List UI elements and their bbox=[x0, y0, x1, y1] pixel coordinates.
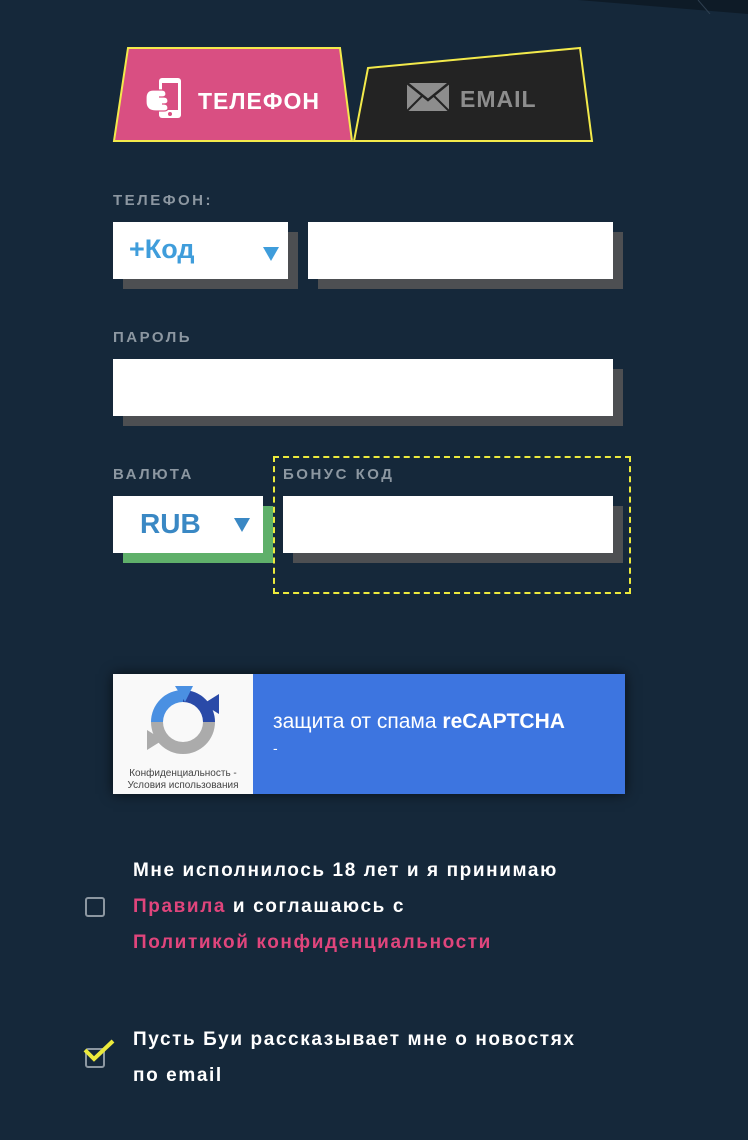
currency-select-box[interactable]: RUB bbox=[113, 496, 263, 553]
captcha-title: защита от спама reCAPTCHA bbox=[273, 710, 565, 734]
terms-line-2: Правила и соглашаюсь с bbox=[133, 889, 693, 925]
phone-label: ТЕЛЕФОН: bbox=[113, 192, 213, 209]
captcha-terms-link[interactable]: Условия использования bbox=[113, 780, 253, 791]
password-input[interactable] bbox=[113, 359, 613, 416]
terms-line-1: Мне исполнилось 18 лет и я принимаю bbox=[133, 860, 558, 881]
newsletter-consent-text: Пусть Буи рассказывает мне о новостях по… bbox=[133, 1022, 693, 1094]
captcha-brand: reCAPTCHA bbox=[442, 710, 565, 733]
captcha-privacy-link[interactable]: Конфиденциальность - bbox=[113, 768, 253, 779]
terms-checkbox[interactable] bbox=[85, 897, 105, 917]
terms-line-3: Политикой конфиденциальности bbox=[133, 925, 693, 961]
code-select-box[interactable]: +Код bbox=[113, 222, 288, 279]
newsletter-line-2: по email bbox=[133, 1065, 223, 1086]
envelope-icon bbox=[406, 82, 450, 117]
tab-email-label: EMAIL bbox=[460, 86, 537, 112]
terms-middle-text: и соглашаюсь с bbox=[226, 896, 405, 917]
bonus-code-input[interactable] bbox=[283, 496, 613, 553]
country-code-value: +Код bbox=[129, 234, 195, 264]
terms-consent-text: Мне исполнилось 18 лет и я принимаю Прав… bbox=[133, 853, 693, 961]
bonus-code-label: БОНУС КОД bbox=[283, 466, 395, 483]
recaptcha-logo-panel: Конфиденциальность - Условия использован… bbox=[113, 674, 253, 794]
privacy-policy-link[interactable]: Политикой конфиденциальности bbox=[133, 932, 492, 953]
password-label: ПАРОЛЬ bbox=[113, 329, 193, 346]
captcha-dash: - bbox=[273, 740, 278, 756]
currency-value: RUB bbox=[140, 508, 201, 539]
checkmark-icon bbox=[83, 1038, 117, 1069]
tab-phone-label: ТЕЛЕФОН bbox=[198, 88, 320, 114]
rules-link[interactable]: Правила bbox=[133, 896, 226, 917]
corner-decoration bbox=[578, 0, 748, 14]
newsletter-line-1: Пусть Буи рассказывает мне о новостях bbox=[133, 1029, 576, 1050]
tab-email[interactable]: EMAIL bbox=[350, 46, 596, 144]
chevron-down-icon[interactable] bbox=[263, 247, 279, 261]
phone-number-input[interactable] bbox=[308, 222, 613, 279]
tab-phone[interactable]: ТЕЛЕФОН bbox=[112, 46, 354, 144]
chevron-down-icon[interactable] bbox=[234, 518, 250, 532]
captcha-title-prefix: защита от спама bbox=[273, 710, 443, 733]
currency-label: ВАЛЮТА bbox=[113, 466, 194, 483]
recaptcha-logo-icon bbox=[145, 684, 221, 765]
recaptcha-text-panel: защита от спама reCAPTCHA - bbox=[253, 674, 625, 794]
recaptcha-widget[interactable]: Конфиденциальность - Условия использован… bbox=[113, 674, 625, 794]
newsletter-checkbox[interactable] bbox=[83, 1039, 115, 1068]
phone-hand-icon bbox=[142, 76, 188, 127]
